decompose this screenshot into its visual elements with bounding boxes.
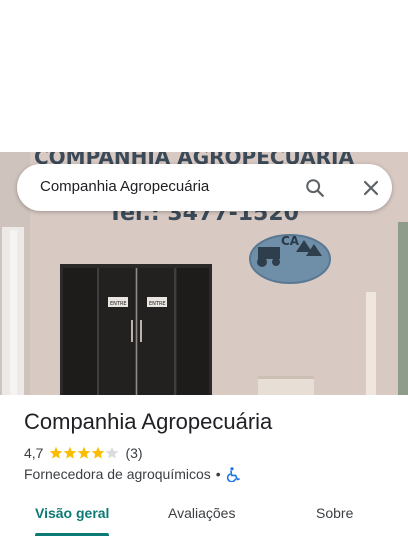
place-category: Fornecedora de agroquímicos [24, 466, 211, 482]
star-rating [49, 446, 119, 460]
door-label-right: ENTRE [149, 301, 166, 307]
wheelchair-icon [226, 466, 240, 482]
rating-row[interactable]: 4,7 (3) [24, 444, 143, 462]
review-count[interactable]: (3) [125, 445, 142, 461]
tab-overview[interactable]: Visão geral [35, 505, 109, 521]
logo-text: CA [281, 234, 300, 248]
active-tab-indicator [35, 533, 109, 536]
place-tabs: Visão geral Avaliações Sobre [0, 492, 408, 544]
place-title: Companhia Agropecuária [24, 409, 273, 434]
tab-reviews[interactable]: Avaliações [168, 505, 235, 521]
star-icon [106, 446, 119, 459]
category-row: Fornecedora de agroquímicos • [24, 465, 240, 483]
star-icon [92, 446, 105, 459]
star-icon [50, 446, 63, 459]
search-icon[interactable] [301, 174, 329, 202]
door-label-left: ENTRE [110, 301, 127, 307]
place-sheet: COMPANHIA AGROPECUÁRIA Tel.: 3477-1520 C… [0, 0, 408, 544]
rating-value: 4,7 [24, 445, 44, 461]
separator: • [215, 466, 221, 482]
star-icon [64, 446, 77, 459]
close-icon[interactable] [357, 174, 385, 202]
tab-about[interactable]: Sobre [316, 505, 353, 521]
star-icon [78, 446, 91, 459]
search-bar[interactable]: Companhia Agropecuária [17, 164, 392, 211]
search-input[interactable]: Companhia Agropecuária [40, 178, 209, 195]
star-icons [50, 446, 119, 459]
